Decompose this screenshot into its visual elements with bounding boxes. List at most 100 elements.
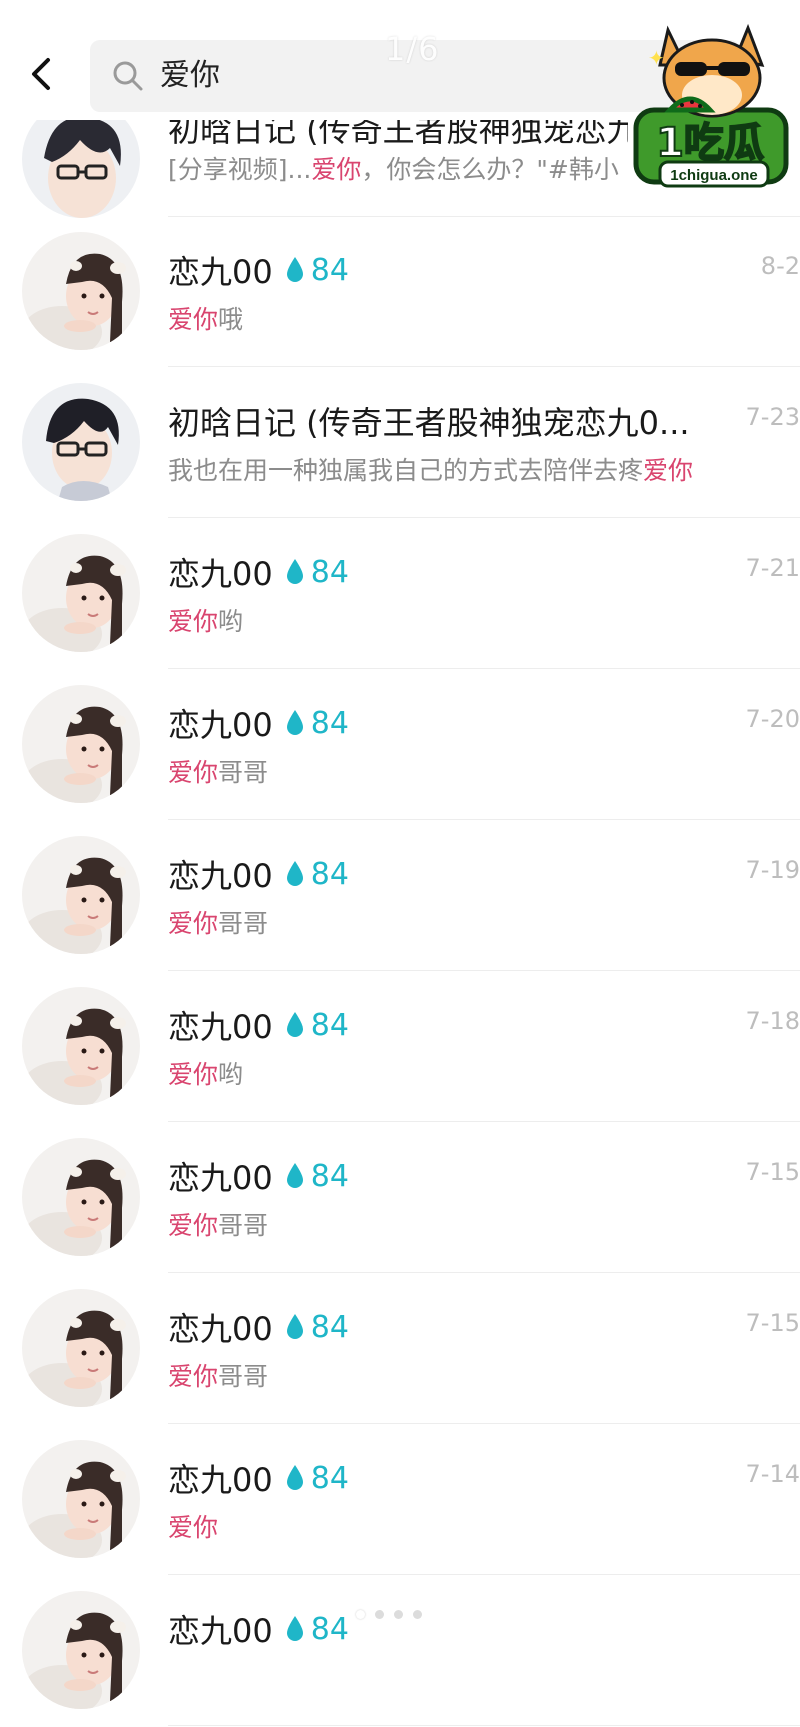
timestamp: 7-15 <box>745 1309 800 1337</box>
avatar <box>22 685 140 803</box>
divider <box>168 1725 800 1726</box>
timestamp: 7-21 <box>745 554 800 582</box>
conversation-name: 恋九00 <box>168 857 273 895</box>
page-dot <box>356 1610 365 1619</box>
conversation-title: 恋九00 84 <box>168 1607 349 1651</box>
intimacy-badge: 84 <box>283 1159 349 1194</box>
divider <box>168 819 800 820</box>
avatar <box>22 383 140 501</box>
conversation-name: 初晗日记 (传奇王者股神独宠恋九 <box>168 120 628 149</box>
avatar <box>22 836 140 954</box>
intimacy-badge: 84 <box>283 555 349 590</box>
message-preview: 爱你哦 <box>168 300 243 336</box>
avatar <box>22 1440 140 1558</box>
list-item[interactable]: 初晗日记 (传奇王者股神独宠恋九0... 我也在用一种独属我自己的方式去陪伴去疼爱… <box>0 369 800 519</box>
preview-prefix: 我也在用一种独属我自己的方式去陪伴去疼 <box>168 456 644 485</box>
badge-value: 84 <box>310 705 349 741</box>
preview-highlight: 爱你 <box>168 305 219 334</box>
conversation-title: 恋九00 84 <box>168 1456 349 1500</box>
search-icon <box>113 61 143 91</box>
conversation-title: 初晗日记 (传奇王者股神独宠恋九0... <box>168 399 690 443</box>
list-item[interactable]: 恋九00 84 <box>0 1577 800 1727</box>
message-preview: 爱你哥哥 <box>168 904 268 940</box>
badge-value: 84 <box>310 1158 349 1194</box>
badge-value: 84 <box>310 1309 349 1345</box>
conversation-title: 恋九00 84 <box>168 550 349 594</box>
message-preview: 我也在用一种独属我自己的方式去陪伴去疼爱你 <box>168 451 693 487</box>
preview-highlight: 爱你 <box>168 1211 219 1240</box>
list-item[interactable]: 恋九00 84 爱你 7-14 <box>0 1426 800 1576</box>
drop-icon <box>286 861 303 886</box>
preview-highlight: 爱你 <box>168 607 219 636</box>
preview-prefix: [分享视频]... <box>168 155 312 184</box>
intimacy-badge: 84 <box>283 1310 349 1345</box>
drop-icon <box>286 1616 303 1641</box>
intimacy-badge: 84 <box>283 706 349 741</box>
preview-suffix: 哦 <box>218 305 244 334</box>
message-preview: 爱你 <box>168 1508 218 1544</box>
preview-highlight: 爱你 <box>168 1362 219 1391</box>
intimacy-badge: 84 <box>283 857 349 892</box>
message-preview: 爱你哟 <box>168 1055 243 1091</box>
timestamp: 7-14 <box>745 1460 800 1488</box>
avatar <box>22 120 140 218</box>
divider <box>168 1272 800 1273</box>
conversation-name: 初晗日记 (传奇王者股神独宠恋九0... <box>168 404 690 442</box>
list-item[interactable]: 恋九00 84 爱你哥哥 7-15 <box>0 1275 800 1425</box>
drop-icon <box>286 1465 303 1490</box>
conversation-title: 初晗日记 (传奇王者股神独宠恋九 <box>168 120 628 150</box>
avatar <box>22 1138 140 1256</box>
conversation-name: 恋九00 <box>168 1008 273 1046</box>
drop-icon <box>286 257 303 282</box>
list-item[interactable]: 恋九00 84 爱你哟 7-21 <box>0 520 800 670</box>
conversation-name: 恋九00 <box>168 1159 273 1197</box>
divider <box>168 668 800 669</box>
divider <box>168 366 800 367</box>
page-indicator: 1/6 <box>385 30 440 68</box>
message-preview: 爱你哟 <box>168 602 243 638</box>
conversation-name: 恋九00 <box>168 253 273 291</box>
list-item[interactable]: 恋九00 84 爱你哟 7-18 <box>0 973 800 1123</box>
divider <box>168 1574 800 1575</box>
divider <box>168 1423 800 1424</box>
conversation-name: 恋九00 <box>168 706 273 744</box>
badge-value: 84 <box>310 554 349 590</box>
preview-suffix: 哥哥 <box>218 758 269 787</box>
message-preview: [分享视频]...爱你，你会怎么办？"#韩小 <box>168 150 628 186</box>
timestamp: 7-19 <box>745 856 800 884</box>
avatar <box>22 987 140 1105</box>
preview-highlight: 爱你 <box>168 1060 219 1089</box>
list-item[interactable]: 恋九00 84 爱你哥哥 7-19 <box>0 822 800 972</box>
preview-suffix: 哥哥 <box>218 1211 269 1240</box>
conversation-name: 恋九00 <box>168 1461 273 1499</box>
list-item-partial[interactable]: 初晗日记 (传奇王者股神独宠恋九 [分享视频]...爱你，你会怎么办？"#韩小 <box>0 120 800 218</box>
list-item[interactable]: 恋九00 84 爱你哥哥 7-20 <box>0 671 800 821</box>
timestamp: 7-18 <box>745 1007 800 1035</box>
preview-suffix: 哥哥 <box>218 1362 269 1391</box>
timestamp: 8-2 <box>760 252 800 280</box>
svg-text:✦: ✦ <box>648 46 665 70</box>
badge-value: 84 <box>310 856 349 892</box>
preview-suffix: 哥哥 <box>218 909 269 938</box>
drop-icon <box>286 1314 303 1339</box>
preview-highlight: 爱你 <box>168 758 219 787</box>
list-item[interactable]: 恋九00 84 爱你哥哥 7-15 <box>0 1124 800 1274</box>
list-item[interactable]: 恋九00 84 爱你哦 8-2 <box>0 218 800 368</box>
conversation-title: 恋九00 84 <box>168 1154 349 1198</box>
page-dot <box>413 1610 422 1619</box>
preview-suffix: 哟 <box>218 607 244 636</box>
back-arrow-icon[interactable] <box>22 54 62 94</box>
conversation-name: 恋九00 <box>168 1612 273 1650</box>
divider <box>168 517 800 518</box>
preview-suffix: ，你会怎么办？"#韩小 <box>361 155 619 184</box>
drop-icon <box>286 710 303 735</box>
preview-highlight: 爱你 <box>168 1513 219 1542</box>
drop-icon <box>286 559 303 584</box>
avatar <box>22 1591 140 1709</box>
preview-highlight: 爱你 <box>311 155 362 184</box>
conversation-title: 恋九00 84 <box>168 852 349 896</box>
badge-value: 84 <box>310 1007 349 1043</box>
badge-value: 84 <box>310 252 349 288</box>
search-query: 爱你 <box>160 58 220 93</box>
timestamp: 7-23 <box>745 403 800 431</box>
